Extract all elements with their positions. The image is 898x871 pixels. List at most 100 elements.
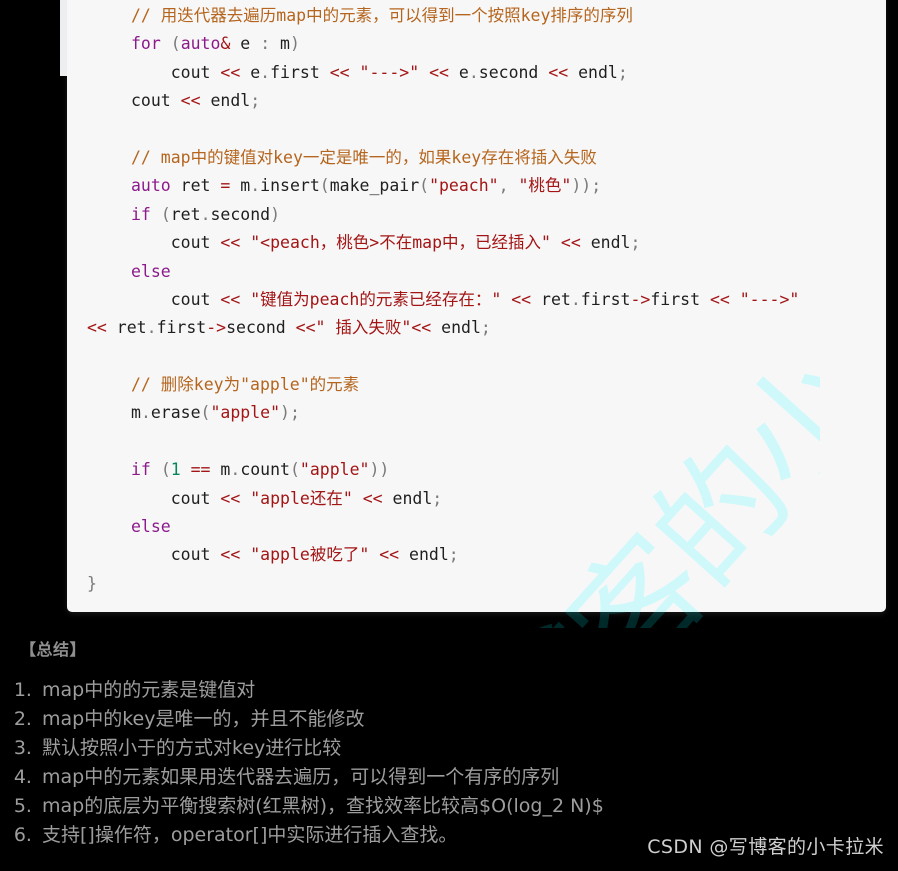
code-content[interactable]: // 用迭代器去遍历map中的元素，可以得到一个按照key排序的序列 for (a… (67, 0, 886, 598)
code-token-str: "--->" (739, 289, 800, 309)
code-token-pun: ; (480, 318, 491, 338)
code-token-id: ret (170, 204, 201, 224)
code-token-id (353, 489, 363, 508)
code-token-op: << (180, 91, 201, 111)
code-token-op: << (220, 545, 241, 565)
code-token-pun: ; (289, 403, 300, 423)
code-token-pun: : (260, 34, 271, 54)
code-token-pun: ( (160, 204, 171, 224)
code-token-id: m (230, 176, 251, 196)
code-line: cout << e.first << "--->" << e.second <<… (67, 59, 886, 87)
summary-list: map中的的元素是键值对 map中的key是唯一的，并且不能修改默认按照小于的方式… (0, 676, 898, 850)
code-token-pun: . (230, 460, 241, 480)
code-token-pun: ; (617, 62, 628, 82)
code-token-id: m (270, 34, 290, 54)
code-token-id: count (240, 460, 290, 480)
code-token-op: << (87, 318, 107, 338)
code-token-pun: ) (270, 204, 281, 224)
code-token-id: m (210, 460, 231, 480)
code-token-id (240, 233, 250, 252)
code-line: else (67, 258, 886, 286)
code-token-id (369, 545, 379, 564)
code-token-op: << (560, 233, 581, 253)
code-line: else (67, 513, 886, 541)
code-token-str: "<peach，桃色>不在map中，已经插入" (250, 233, 551, 253)
code-token-op: & (220, 34, 231, 54)
code-token-str: "apple" (299, 460, 370, 480)
code-line: if (1 == m.count("apple")) (67, 456, 886, 484)
summary-item: map的底层为平衡搜索树(红黑树)，查找效率比较高$O(log_2 N)$ (38, 792, 898, 821)
code-token-pun: . (146, 318, 157, 338)
code-line: auto ret = m.insert(make_pair("peach", "… (67, 172, 886, 200)
code-token-id: first (270, 62, 330, 82)
code-token-id: endl (200, 91, 251, 111)
code-token-id: cout (170, 233, 221, 253)
code-token-cmt: // 删除key为"apple"的元素 (131, 375, 360, 395)
code-token-id (501, 290, 511, 309)
code-token-id: ret (170, 176, 221, 196)
code-token-kw: if (131, 204, 151, 224)
code-token-id: cout (170, 62, 221, 82)
summary-item-text: map的底层为平衡搜索树(红黑树)，查找效率比较高$O(log_2 N)$ (42, 795, 604, 817)
code-token-str: "apple还在" (250, 488, 353, 508)
code-token-op: << (429, 62, 449, 82)
summary-item: map中的元素如果用迭代器去遍历，可以得到一个有序的序列 (38, 763, 898, 792)
code-token-pun: ( (200, 403, 211, 423)
code-token-cmt: // map中的键值对key一定是唯一的，如果key存在将插入失败 (131, 147, 597, 167)
code-token-str: "桃色" (518, 176, 572, 196)
code-token-op: << (329, 62, 350, 82)
code-token-str: "apple被吃了" (250, 545, 370, 565)
code-block[interactable]: // 用迭代器去遍历map中的元素，可以得到一个按照key排序的序列 for (a… (67, 0, 886, 612)
code-line: // map中的键值对key一定是唯一的，如果key存在将插入失败 (67, 144, 886, 172)
code-token-pun: ( (319, 176, 330, 196)
code-token-pun: )) (571, 176, 592, 196)
code-token-op: << (362, 488, 383, 508)
code-token-id: endl (568, 62, 618, 82)
code-token-str: "peach" (429, 176, 499, 196)
code-token-id: ret (106, 318, 147, 338)
summary-item-text: map中的的元素是键值对 (42, 679, 256, 701)
code-token-kw: else (131, 261, 171, 281)
summary-item: 默认按照小于的方式对key进行比较 (38, 734, 898, 763)
code-token-id (240, 545, 250, 564)
code-token-pun: ( (419, 176, 430, 196)
code-token-id (730, 290, 740, 309)
code-token-op: -> (206, 318, 227, 338)
code-token-id: endl (399, 545, 449, 565)
code-token-pun: , (498, 176, 509, 196)
code-token-pun: ) (290, 34, 300, 54)
code-token-str: "键值为peach的元素已经存在：" (250, 289, 502, 309)
code-line: << ret.first->second <<" 插入失败"<< endl; (67, 314, 886, 342)
code-token-pun: . (250, 176, 261, 196)
code-token-id: e (230, 34, 261, 54)
code-token-id (551, 233, 561, 252)
summary-section: 【总结】 map中的的元素是键值对 map中的key是唯一的，并且不能修改默认按照… (0, 628, 898, 850)
code-token-pun: ( (160, 460, 171, 480)
code-token-id: cout (131, 91, 181, 111)
code-token-kw: else (131, 517, 171, 537)
code-token-pun: )) (369, 460, 390, 480)
code-token-op: << (709, 289, 730, 309)
code-token-kw: auto (180, 34, 221, 54)
code-line: // 用迭代器去遍历map中的元素，可以得到一个按照key排序的序列 (67, 2, 886, 30)
code-token-id: erase (150, 403, 201, 423)
code-token-id (161, 34, 171, 53)
code-token-pun: . (140, 403, 151, 423)
page-root: // 用迭代器去遍历map中的元素，可以得到一个按照key排序的序列 for (a… (0, 0, 898, 871)
code-line: // 删除key为"apple"的元素 (67, 371, 886, 399)
code-token-pun: ( (170, 34, 181, 54)
code-line: cout << "apple被吃了" << endl; (67, 541, 886, 569)
code-token-pun: . (260, 62, 271, 82)
code-token-cmt: // 用迭代器去遍历map中的元素，可以得到一个按照key排序的序列 (131, 6, 633, 25)
code-token-id: m (131, 403, 141, 423)
code-token-id: endl (580, 233, 631, 253)
code-token-pun: . (468, 62, 479, 82)
code-token-id (350, 63, 360, 82)
code-line: for (auto& e : m) (67, 30, 886, 58)
